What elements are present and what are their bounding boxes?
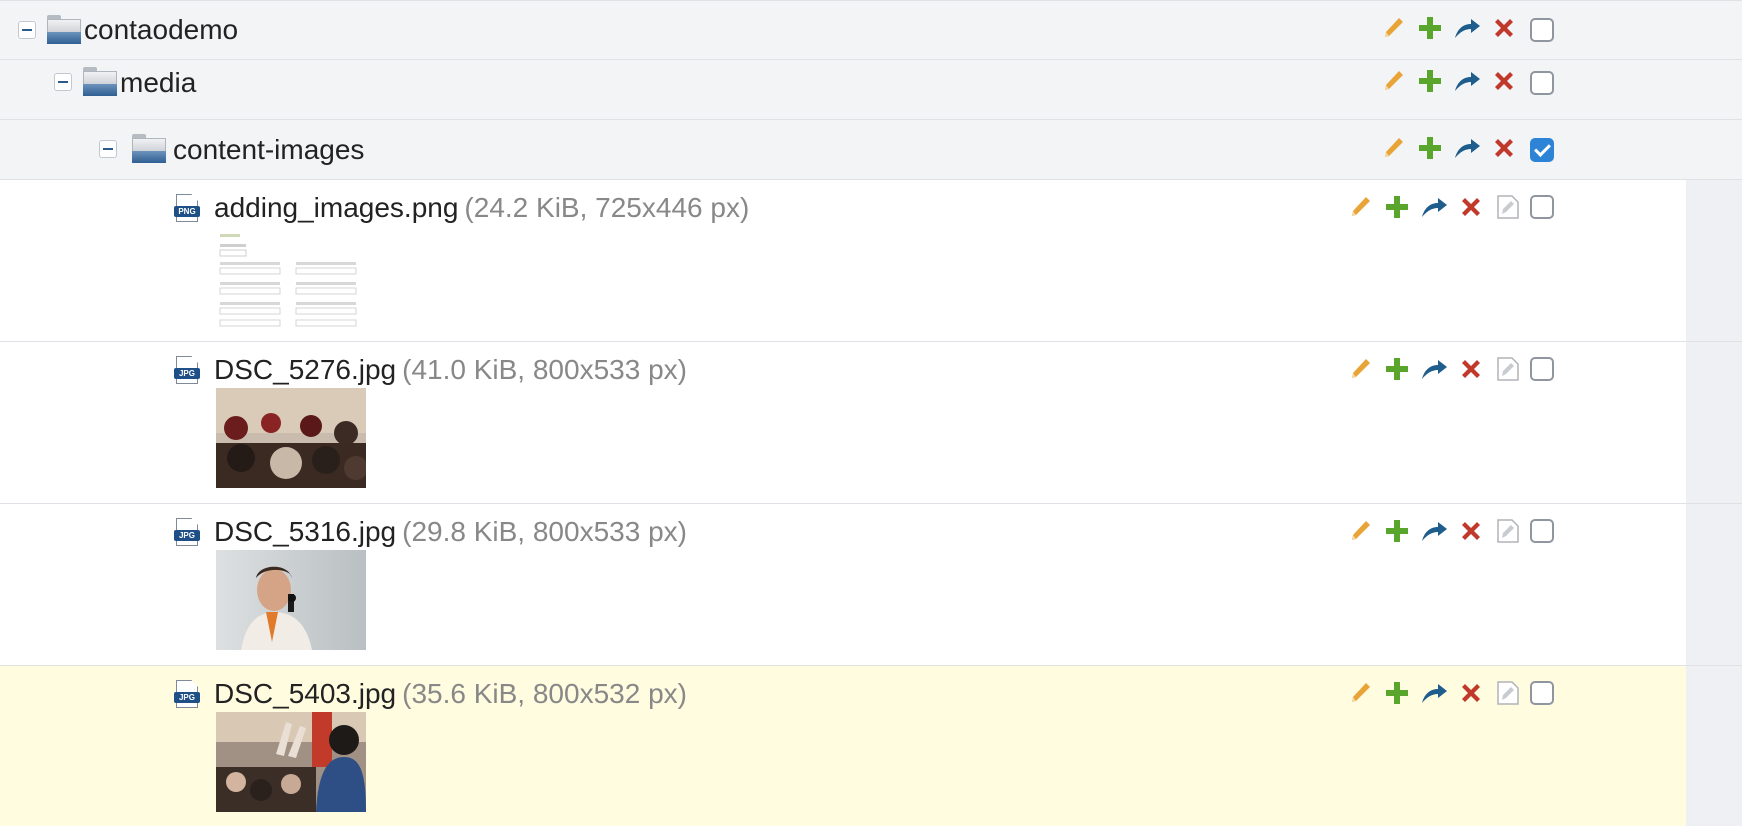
move-arrow-icon[interactable] [1452,133,1482,163]
image-thumbnail[interactable] [216,712,366,812]
folder-name[interactable]: media [120,67,196,99]
folder-row-content-images[interactable]: content-images [0,120,1742,180]
file-row[interactable]: JPG DSC_5403.jpg (35.6 KiB, 800x532 px) [0,666,1742,826]
folder-row-contaodemo[interactable]: contaodemo [0,0,1742,60]
edit-header-icon[interactable] [1493,516,1523,546]
image-thumbnail[interactable] [216,550,366,650]
edit-header-icon[interactable] [1493,678,1523,708]
folder-icon [132,134,166,164]
pencil-icon[interactable] [1345,516,1375,546]
file-actions [1345,354,1530,384]
plus-icon[interactable] [1382,354,1412,384]
file-actions [1345,678,1530,708]
file-actions [1345,192,1530,222]
file-meta: (41.0 KiB, 800x533 px) [402,354,687,385]
select-checkbox[interactable] [1530,195,1554,219]
plus-icon[interactable] [1382,192,1412,222]
select-checkbox[interactable] [1530,18,1554,42]
delete-x-icon[interactable] [1489,133,1519,163]
select-checkbox[interactable] [1530,519,1554,543]
delete-x-icon[interactable] [1456,516,1486,546]
move-arrow-icon[interactable] [1452,13,1482,43]
collapse-icon[interactable] [18,21,36,39]
folder-name[interactable]: contaodemo [84,14,238,46]
selection-gutter [1686,342,1742,503]
file-row[interactable]: JPG DSC_5276.jpg (41.0 KiB, 800x533 px) [0,342,1742,504]
file-name[interactable]: DSC_5316.jpg [214,516,396,547]
select-checkbox[interactable] [1530,138,1554,162]
collapse-icon[interactable] [99,140,117,158]
file-meta: (29.8 KiB, 800x533 px) [402,516,687,547]
file-row[interactable]: PNG adding_images.png (24.2 KiB, 725x446 … [0,180,1742,342]
delete-x-icon[interactable] [1456,678,1486,708]
select-checkbox[interactable] [1530,681,1554,705]
file-label[interactable]: DSC_5316.jpg (29.8 KiB, 800x533 px) [214,516,687,548]
file-name[interactable]: DSC_5403.jpg [214,678,396,709]
file-manager-tree: contaodemo media content-images PNG addi… [0,0,1742,826]
file-name[interactable]: adding_images.png [214,192,458,223]
edit-header-icon[interactable] [1493,354,1523,384]
folder-actions [1378,133,1526,163]
pencil-icon[interactable] [1378,13,1408,43]
delete-x-icon[interactable] [1456,192,1486,222]
file-label[interactable]: DSC_5276.jpg (41.0 KiB, 800x533 px) [214,354,687,386]
delete-x-icon[interactable] [1489,66,1519,96]
select-checkbox[interactable] [1530,71,1554,95]
file-meta: (24.2 KiB, 725x446 px) [464,192,750,223]
folder-actions [1378,13,1526,43]
move-arrow-icon[interactable] [1452,66,1482,96]
selection-gutter [1686,180,1742,341]
file-name[interactable]: DSC_5276.jpg [214,354,396,385]
selection-gutter [1686,504,1742,665]
folder-name[interactable]: content-images [173,134,364,166]
pencil-icon[interactable] [1345,354,1375,384]
file-label[interactable]: DSC_5403.jpg (35.6 KiB, 800x532 px) [214,678,687,710]
folder-actions [1378,66,1526,96]
collapse-icon[interactable] [54,73,72,91]
pencil-icon[interactable] [1378,133,1408,163]
plus-icon[interactable] [1382,516,1412,546]
image-thumbnail[interactable] [216,232,366,332]
plus-icon[interactable] [1382,678,1412,708]
selection-gutter [1686,666,1742,826]
move-arrow-icon[interactable] [1419,678,1449,708]
move-arrow-icon[interactable] [1419,192,1449,222]
select-checkbox[interactable] [1530,357,1554,381]
jpg-file-icon: JPG [174,518,200,548]
folder-icon [83,67,117,97]
move-arrow-icon[interactable] [1419,354,1449,384]
edit-header-icon[interactable] [1493,192,1523,222]
folder-row-media[interactable]: media [0,60,1742,120]
plus-icon[interactable] [1415,66,1445,96]
jpg-file-icon: JPG [174,680,200,710]
folder-icon [47,15,81,45]
file-row[interactable]: JPG DSC_5316.jpg (29.8 KiB, 800x533 px) [0,504,1742,666]
pencil-icon[interactable] [1345,192,1375,222]
jpg-file-icon: JPG [174,356,200,386]
plus-icon[interactable] [1415,13,1445,43]
png-file-icon: PNG [174,194,200,224]
pencil-icon[interactable] [1378,66,1408,96]
plus-icon[interactable] [1415,133,1445,163]
file-actions [1345,516,1530,546]
delete-x-icon[interactable] [1456,354,1486,384]
move-arrow-icon[interactable] [1419,516,1449,546]
pencil-icon[interactable] [1345,678,1375,708]
delete-x-icon[interactable] [1489,13,1519,43]
file-label[interactable]: adding_images.png (24.2 KiB, 725x446 px) [214,192,749,224]
file-meta: (35.6 KiB, 800x532 px) [402,678,687,709]
image-thumbnail[interactable] [216,388,366,488]
